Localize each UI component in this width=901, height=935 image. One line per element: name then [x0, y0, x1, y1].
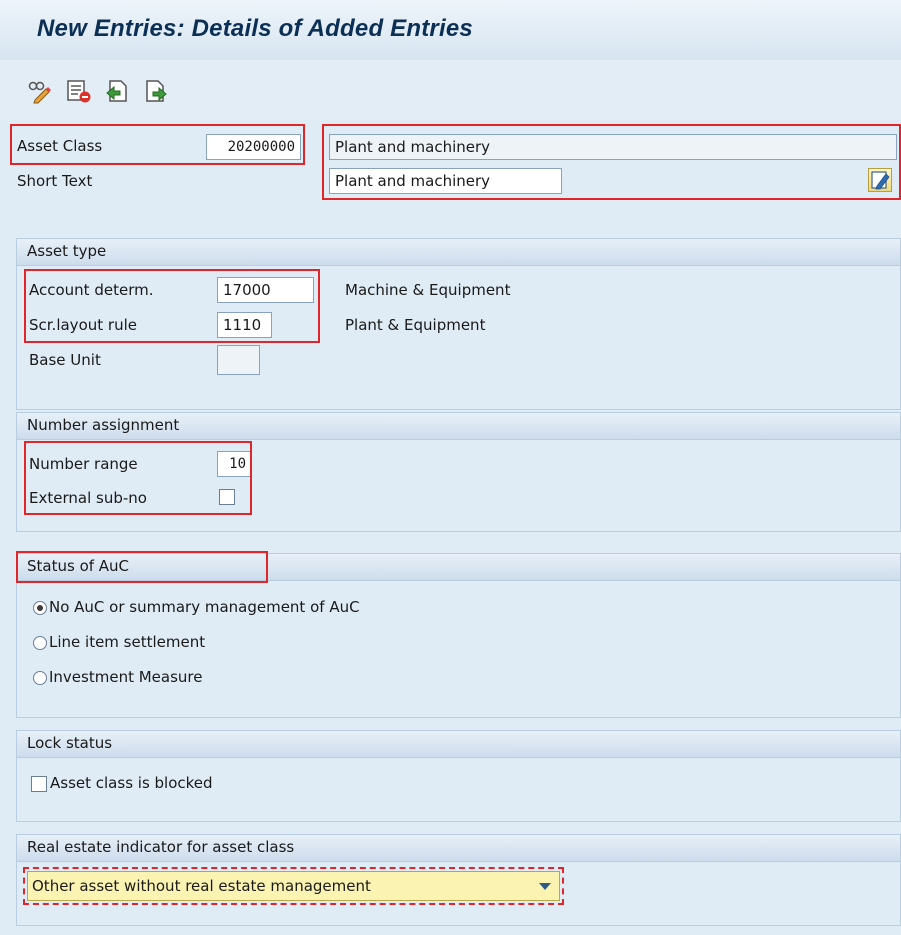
account-determ-desc: Machine & Equipment	[345, 281, 511, 299]
pencil-icon	[871, 171, 890, 190]
asset-type-group: Asset type Account determ. 17000 Machine…	[16, 238, 901, 410]
auc-status-title: Status of AuC	[27, 557, 130, 575]
real-estate-group: Real estate indicator for asset class Ot…	[16, 834, 901, 926]
external-subno-checkbox[interactable]	[219, 489, 235, 505]
lock-status-header: Lock status	[17, 731, 900, 758]
number-range-label: Number range	[29, 455, 138, 473]
base-unit-label: Base Unit	[29, 351, 101, 369]
asset-class-description-field[interactable]: Plant and machinery	[329, 134, 897, 160]
short-text-field[interactable]: Plant and machinery	[329, 168, 562, 194]
account-determ-label: Account determ.	[29, 281, 154, 299]
auc-option-radio[interactable]	[33, 671, 47, 685]
number-assignment-header: Number assignment	[17, 413, 900, 440]
number-assignment-title: Number assignment	[27, 416, 180, 434]
short-text-label: Short Text	[17, 172, 93, 190]
asset-class-field[interactable]: 20200000	[206, 134, 301, 160]
asset-class-blocked-label: Asset class is blocked	[50, 774, 213, 792]
lock-status-group: Lock status Asset class is blocked	[16, 730, 901, 822]
change-display-icon[interactable]	[26, 78, 52, 104]
auc-option-label: No AuC or summary management of AuC	[49, 598, 360, 616]
application-toolbar	[0, 60, 901, 120]
previous-entry-icon[interactable]	[104, 78, 130, 104]
auc-status-header: Status of AuC	[17, 554, 900, 581]
screen-layout-desc: Plant & Equipment	[345, 316, 486, 334]
title-bar: New Entries: Details of Added Entries	[0, 0, 901, 60]
auc-status-group: Status of AuC No AuC or summary manageme…	[16, 551, 901, 718]
page-title: New Entries: Details of Added Entries	[37, 15, 473, 42]
edit-text-button[interactable]	[868, 168, 892, 192]
number-range-field[interactable]: 10	[217, 451, 252, 477]
asset-type-title: Asset type	[27, 242, 107, 260]
auc-option-radio[interactable]	[33, 636, 47, 650]
lock-status-title: Lock status	[27, 734, 113, 752]
asset-class-blocked-checkbox[interactable]	[31, 776, 47, 792]
asset-class-label: Asset Class	[17, 137, 103, 155]
content-area: Asset Class 20200000 Plant and machinery…	[0, 120, 901, 935]
real-estate-selected: Other asset without real estate manageme…	[32, 877, 371, 895]
auc-option-radio[interactable]	[33, 601, 47, 615]
sap-screen: New Entries: Details of Added Entries As…	[0, 0, 901, 935]
account-determ-field[interactable]: 17000	[217, 277, 314, 303]
number-assignment-group: Number assignment Number range 10 Extern…	[16, 412, 901, 532]
external-subno-label: External sub-no	[29, 489, 147, 507]
chevron-down-icon[interactable]	[539, 883, 551, 890]
real-estate-header: Real estate indicator for asset class	[17, 835, 900, 862]
auc-option-label: Line item settlement	[49, 633, 206, 651]
real-estate-title: Real estate indicator for asset class	[27, 838, 295, 856]
real-estate-dropdown[interactable]: Other asset without real estate manageme…	[27, 871, 560, 901]
next-entry-icon[interactable]	[143, 78, 169, 104]
base-unit-field[interactable]	[217, 345, 260, 375]
delete-entry-icon[interactable]	[66, 78, 92, 104]
asset-type-header: Asset type	[17, 239, 900, 266]
auc-option-label: Investment Measure	[49, 668, 203, 686]
screen-layout-label: Scr.layout rule	[29, 316, 137, 334]
screen-layout-field[interactable]: 1110	[217, 312, 272, 338]
